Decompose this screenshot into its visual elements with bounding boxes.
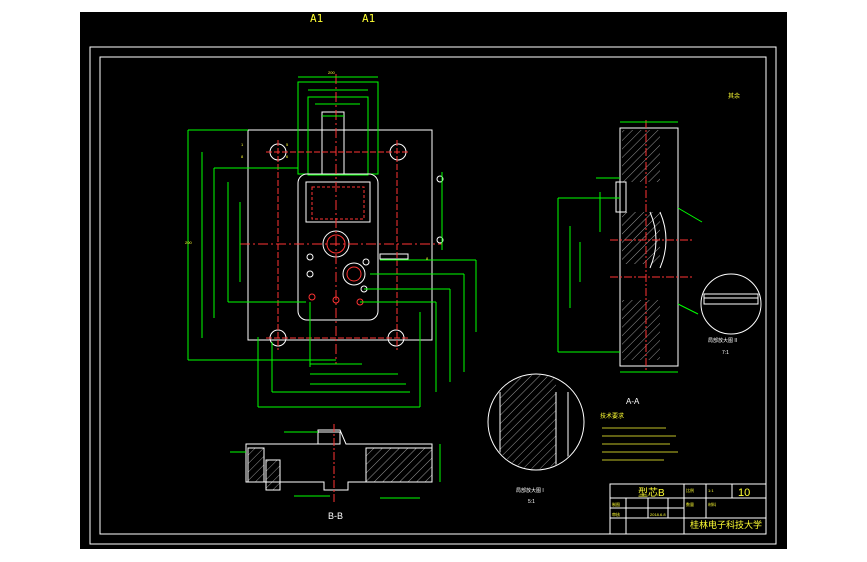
svg-text:数量: 数量: [686, 501, 694, 507]
section-aa-label: A-A: [626, 397, 640, 406]
plan-dimensions: [187, 76, 477, 408]
section-bb-label: B-B: [328, 511, 343, 521]
part-name: 型芯B: [638, 486, 665, 499]
header-label-left: A1: [310, 12, 324, 25]
svg-text:1: 1: [241, 142, 244, 147]
tech-requirements: 技术要求: [600, 412, 678, 461]
detail1-label: 局部放大图 I: [516, 487, 544, 494]
svg-text:200: 200: [185, 240, 192, 245]
detail-circle-2: 局部放大图 II 7:1: [700, 273, 762, 356]
svg-text:审核: 审核: [612, 511, 620, 517]
detail-circle-1: 局部放大图 I 5:1: [487, 373, 585, 505]
drawing-canvas: A1 A1 1 8 5 6 8 200 200 B-B A-A 其余 局部放大图…: [80, 12, 787, 549]
svg-text:1:1: 1:1: [708, 488, 714, 493]
plan-view: 18 56 8 200 200: [185, 70, 477, 408]
svg-text:6: 6: [286, 154, 289, 159]
detail1-scale: 5:1: [528, 499, 535, 505]
section-aa: A-A: [557, 120, 703, 406]
corner-note: 其余: [728, 92, 740, 100]
title-block: 型芯B 比例 1:1 数量 材料 10 制图 审核 2018.6.8 桂林电子科…: [609, 483, 767, 535]
svg-text:制图: 制图: [612, 501, 620, 507]
section-bb: B-B: [230, 424, 441, 521]
tech-title: 技术要求: [600, 412, 624, 420]
inner-frame: [99, 56, 767, 535]
svg-text:200: 200: [328, 70, 335, 75]
school-name: 桂林电子科技大学: [690, 519, 762, 530]
hole-large-2: [342, 262, 366, 286]
detail2-scale: 7:1: [722, 350, 729, 356]
sheet-number: 10: [738, 487, 750, 499]
svg-text:5: 5: [286, 142, 289, 147]
cad-drawing: 18 56 8 200 200 B-B A-A 其余 局部放大图 I 5:1 局…: [89, 46, 777, 545]
detail2-label: 局部放大图 II: [708, 337, 737, 344]
svg-text:8: 8: [241, 154, 244, 159]
plate-outline: [247, 129, 433, 341]
svg-text:材料: 材料: [708, 501, 716, 507]
svg-text:2018.6.8: 2018.6.8: [650, 512, 666, 517]
header-label-right: A1: [362, 12, 376, 25]
svg-text:比例: 比例: [686, 487, 694, 493]
